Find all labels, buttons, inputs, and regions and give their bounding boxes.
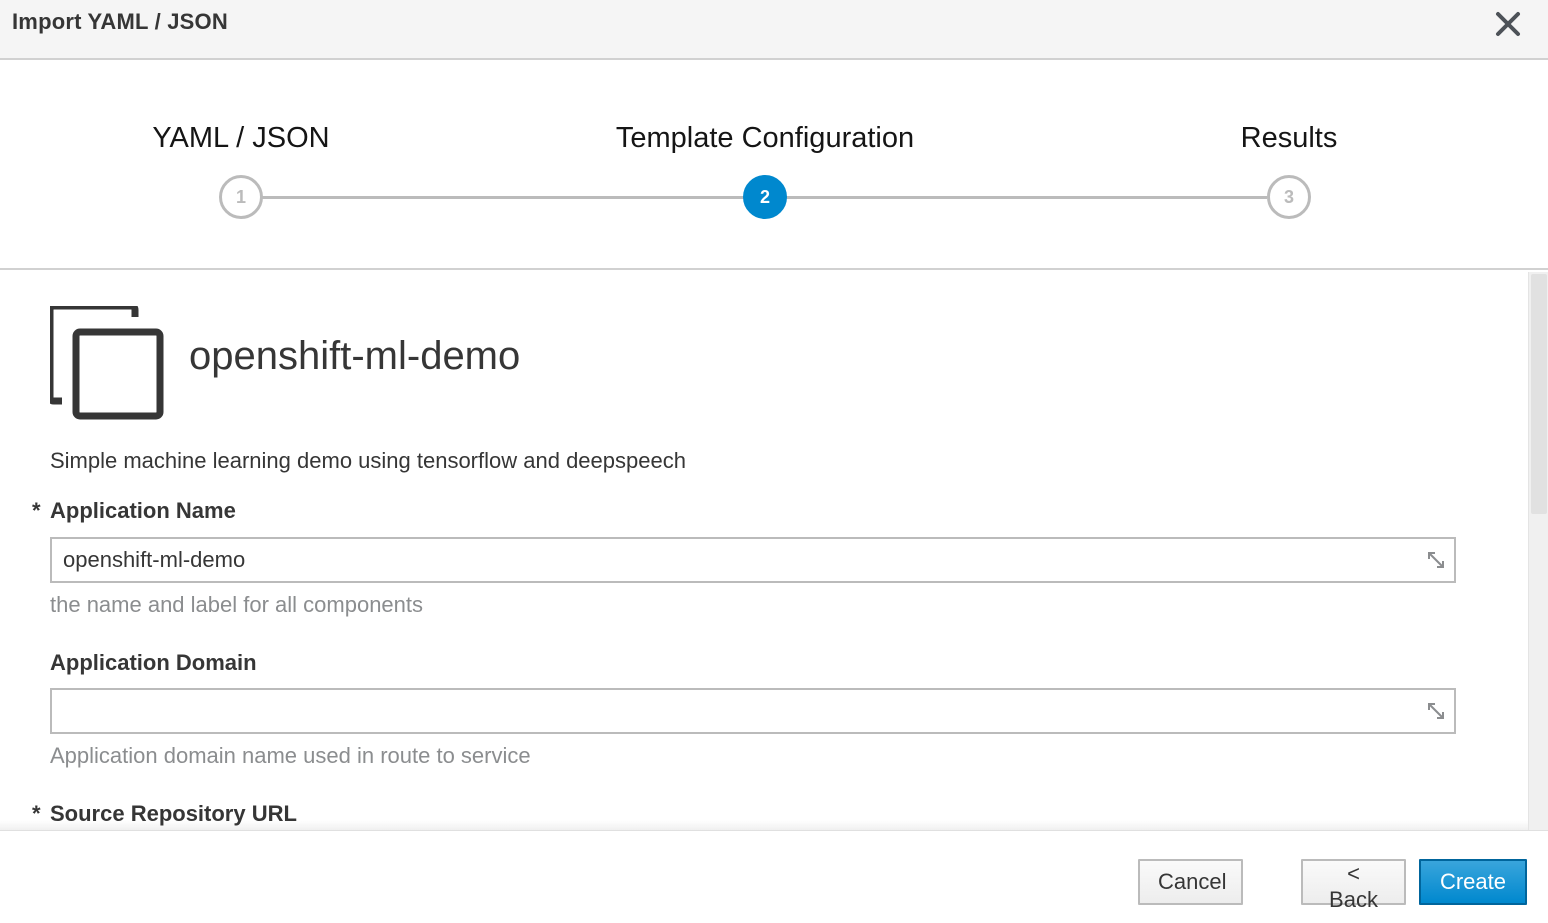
application-name-help: the name and label for all components (50, 592, 424, 617)
application-name-label: Application Name (50, 498, 236, 523)
template-form: openshift-ml-demo Simple machine learnin… (0, 272, 1548, 830)
step-circle-3[interactable]: 3 (1267, 175, 1311, 219)
step-label-yaml-json[interactable]: YAML / JSON (152, 122, 329, 155)
application-domain-help: Application domain name used in route to… (50, 743, 531, 768)
back-button[interactable]: < Back (1301, 859, 1406, 912)
step-connector (262, 196, 744, 199)
create-button[interactable]: Create (1419, 859, 1527, 905)
template-copy-icon (46, 302, 164, 420)
step-circle-2[interactable]: 2 (743, 175, 787, 219)
expand-icon[interactable] (1424, 699, 1448, 723)
application-name-input[interactable] (50, 537, 1456, 583)
scrollbar[interactable] (1528, 272, 1548, 830)
step-label-template-configuration[interactable]: Template Configuration (616, 122, 914, 155)
modal-title: Import YAML / JSON (12, 9, 228, 34)
cancel-button[interactable]: Cancel (1138, 859, 1243, 905)
modal-header: Import YAML / JSON (0, 0, 1548, 60)
required-marker: * (32, 498, 41, 523)
import-modal: Import YAML / JSON YAML / JSON Template … (0, 0, 1548, 923)
step-connector (786, 196, 1267, 199)
close-icon[interactable] (1490, 6, 1526, 42)
wizard-steps: YAML / JSON Template Configuration Resul… (0, 60, 1548, 270)
application-domain-input[interactable] (50, 688, 1456, 734)
application-domain-label: Application Domain (50, 650, 257, 675)
expand-icon[interactable] (1424, 548, 1448, 572)
step-label-results[interactable]: Results (1241, 122, 1338, 155)
modal-footer: Cancel < Back Create (0, 830, 1548, 923)
scroll-fade (0, 820, 1528, 830)
template-description: Simple machine learning demo using tenso… (50, 448, 686, 473)
step-circle-1[interactable]: 1 (219, 175, 263, 219)
scrollbar-thumb[interactable] (1531, 274, 1547, 514)
template-name: openshift-ml-demo (189, 334, 521, 378)
